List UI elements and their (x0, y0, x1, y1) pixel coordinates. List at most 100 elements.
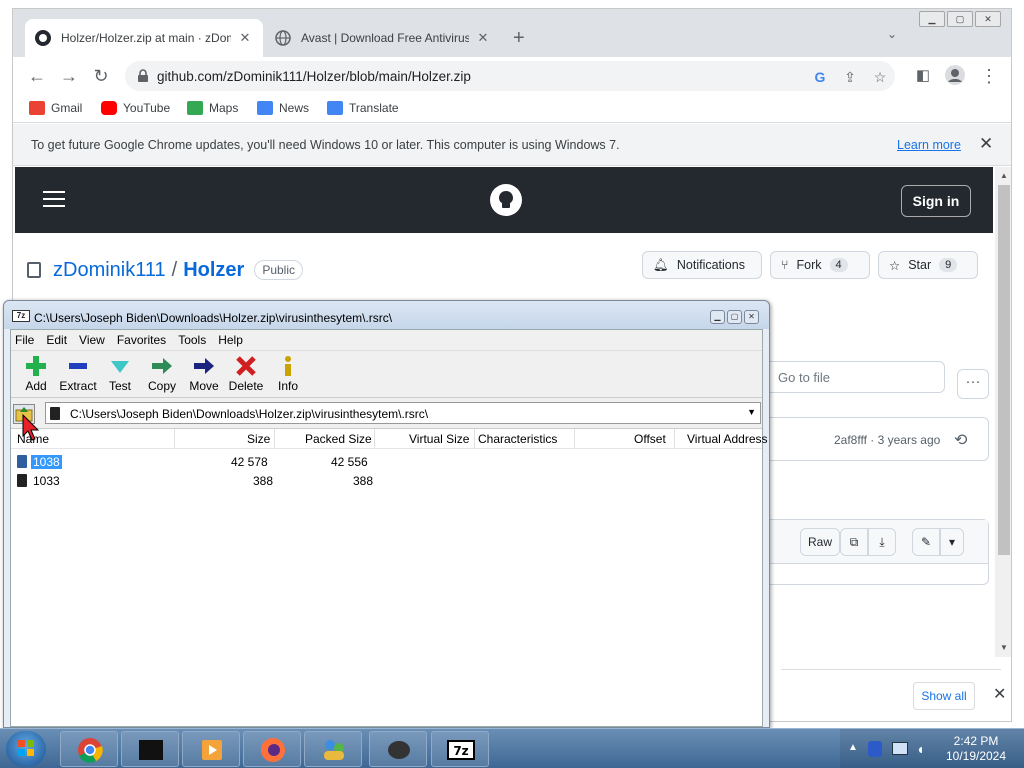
repo-name-link[interactable]: Holzer (183, 259, 244, 282)
info-button[interactable]: Info (267, 355, 309, 397)
scroll-down-icon[interactable]: ▼ (1000, 643, 1008, 652)
path-dropdown-icon[interactable]: ▼ (747, 407, 756, 417)
taskbar-chrome[interactable] (60, 731, 118, 767)
commit-meta[interactable]: 2af8fff · 3 years ago (834, 433, 940, 447)
menu-file[interactable]: File (11, 330, 40, 350)
edit-pencil-icon[interactable]: ✎ (912, 528, 940, 556)
taskbar-firefox[interactable] (243, 731, 301, 767)
page-scrollbar[interactable]: ▲ ▼ (995, 167, 1011, 657)
col-size[interactable]: Size (247, 432, 270, 446)
download-icon[interactable]: ⤓ (868, 528, 896, 556)
tray-expand-icon[interactable]: ▲ (848, 742, 858, 753)
tab-holzer[interactable]: Holzer/Holzer.zip at main · zDom ✕ (25, 19, 263, 57)
star-icon: ☆ (889, 258, 901, 273)
fork-button[interactable]: ⑂ Fork 4 (770, 251, 870, 279)
menu-favorites[interactable]: Favorites (111, 330, 172, 350)
profile-icon[interactable] (943, 64, 967, 88)
share-icon[interactable]: ⇪ (841, 68, 859, 86)
menu-edit[interactable]: Edit (40, 330, 73, 350)
minimize-icon[interactable]: ▁ (919, 11, 945, 27)
window-controls: ▁ ▢ ✕ (917, 11, 1001, 27)
col-packed-size[interactable]: Packed Size (305, 432, 372, 446)
bookmark-star-icon[interactable]: ☆ (871, 68, 889, 86)
col-virtual-address[interactable]: Virtual Address (687, 432, 768, 446)
go-to-file-input[interactable]: Go to file (753, 361, 945, 393)
star-button[interactable]: ☆ Star 9 (878, 251, 978, 279)
menu-help[interactable]: Help (212, 330, 249, 350)
show-all-button[interactable]: Show all (913, 682, 975, 710)
copy-button[interactable]: Copy (141, 355, 183, 397)
close-window-icon[interactable]: ✕ (975, 11, 1001, 27)
table-row[interactable]: 1033 388 388 (11, 472, 762, 490)
address-bar[interactable]: github.com/zDominik111/Holzer/blob/main/… (125, 61, 895, 91)
history-icon[interactable]: ⟲ (954, 430, 967, 450)
minimize-icon[interactable]: ▁ (710, 310, 725, 324)
forward-icon[interactable]: → (57, 64, 81, 88)
maximize-icon[interactable]: ▢ (947, 11, 973, 27)
menu-tools[interactable]: Tools (172, 330, 212, 350)
edit-dropdown-icon[interactable]: ▾ (940, 528, 964, 556)
scroll-up-icon[interactable]: ▲ (1000, 171, 1008, 180)
back-icon[interactable]: ← (25, 64, 49, 88)
col-virtual-size[interactable]: Virtual Size (409, 432, 469, 446)
close-tab-icon[interactable]: ✕ (475, 30, 491, 46)
new-tab-icon[interactable]: + (513, 27, 525, 50)
close-download-bar-icon[interactable]: ✕ (993, 684, 1006, 704)
taskbar-cmd[interactable] (121, 731, 179, 767)
bookmark-translate[interactable]: Translate (327, 101, 399, 115)
desktop: Holzer/Holzer.zip at main · zDom ✕ Avast… (0, 0, 1024, 768)
close-window-icon[interactable]: ✕ (744, 310, 759, 324)
close-tab-icon[interactable]: ✕ (237, 30, 253, 46)
tab-search-icon[interactable]: ⌄ (887, 27, 897, 41)
repo-owner-link[interactable]: zDominik111 (53, 259, 166, 282)
table-row[interactable]: 1038 42 578 42 556 (11, 453, 762, 471)
taskbar-media[interactable] (182, 731, 240, 767)
copy-icon[interactable]: ⧉ (840, 528, 868, 556)
fork-icon: ⑂ (781, 258, 789, 272)
raw-button[interactable]: Raw (800, 528, 840, 556)
clock-time: 2:42 PM (953, 734, 999, 748)
network-icon[interactable] (892, 742, 908, 755)
side-panel-icon[interactable]: ◧ (911, 64, 935, 88)
taskbar-users[interactable] (304, 731, 362, 767)
bookmark-label: Translate (349, 101, 399, 115)
extract-button[interactable]: Extract (57, 355, 99, 397)
test-button[interactable]: Test (99, 355, 141, 397)
file-view: Raw ⧉ ⤓ ✎ ▾ (753, 519, 989, 585)
chrome-menu-icon[interactable]: ⋮ (977, 64, 1001, 88)
taskbar-7zip[interactable]: 7z (431, 731, 489, 767)
close-infobar-icon[interactable]: ✕ (979, 134, 993, 154)
tab-avast[interactable]: Avast | Download Free Antivirus & ✕ (265, 19, 501, 57)
shield-icon[interactable] (868, 741, 882, 757)
hamburger-menu-icon[interactable] (43, 191, 65, 207)
bookmark-youtube[interactable]: YouTube (101, 101, 170, 115)
add-button[interactable]: Add (15, 355, 57, 397)
maximize-icon[interactable]: ▢ (727, 310, 742, 324)
col-offset[interactable]: Offset (634, 432, 666, 446)
bookmark-maps[interactable]: Maps (187, 101, 238, 115)
more-options-icon[interactable]: ··· (957, 369, 989, 399)
system-clock[interactable]: 2:42 PM 10/19/2024 (938, 734, 1014, 764)
menu-view[interactable]: View (73, 330, 111, 350)
scrollbar-thumb[interactable] (998, 185, 1010, 555)
github-header: Sign in (15, 167, 993, 233)
bookmark-gmail[interactable]: Gmail (29, 101, 82, 115)
col-characteristics[interactable]: Characteristics (478, 432, 557, 446)
delete-button[interactable]: Delete (225, 355, 267, 397)
users-icon (324, 740, 344, 760)
sign-in-button[interactable]: Sign in (901, 185, 971, 217)
path-input[interactable]: C:\Users\Joseph Biden\Downloads\Holzer.z… (45, 402, 761, 424)
taskbar-unknown-app[interactable] (369, 731, 427, 767)
volume-icon[interactable]: ◖ (916, 741, 924, 757)
sevenzip-titlebar[interactable]: 7z C:\Users\Joseph Biden\Downloads\Holze… (4, 301, 769, 329)
github-logo-icon[interactable] (490, 184, 522, 216)
start-button[interactable] (6, 731, 46, 767)
notifications-button[interactable]: 🔔︎ Notifications (642, 251, 762, 279)
move-button[interactable]: Move (183, 355, 225, 397)
bookmark-news[interactable]: News (257, 101, 309, 115)
learn-more-link[interactable]: Learn more (897, 138, 961, 152)
google-translate-icon[interactable]: G (811, 68, 829, 86)
reload-icon[interactable]: ↻ (89, 64, 113, 88)
fork-count: 4 (829, 258, 848, 272)
sevenzip-title: C:\Users\Joseph Biden\Downloads\Holzer.z… (34, 311, 393, 325)
